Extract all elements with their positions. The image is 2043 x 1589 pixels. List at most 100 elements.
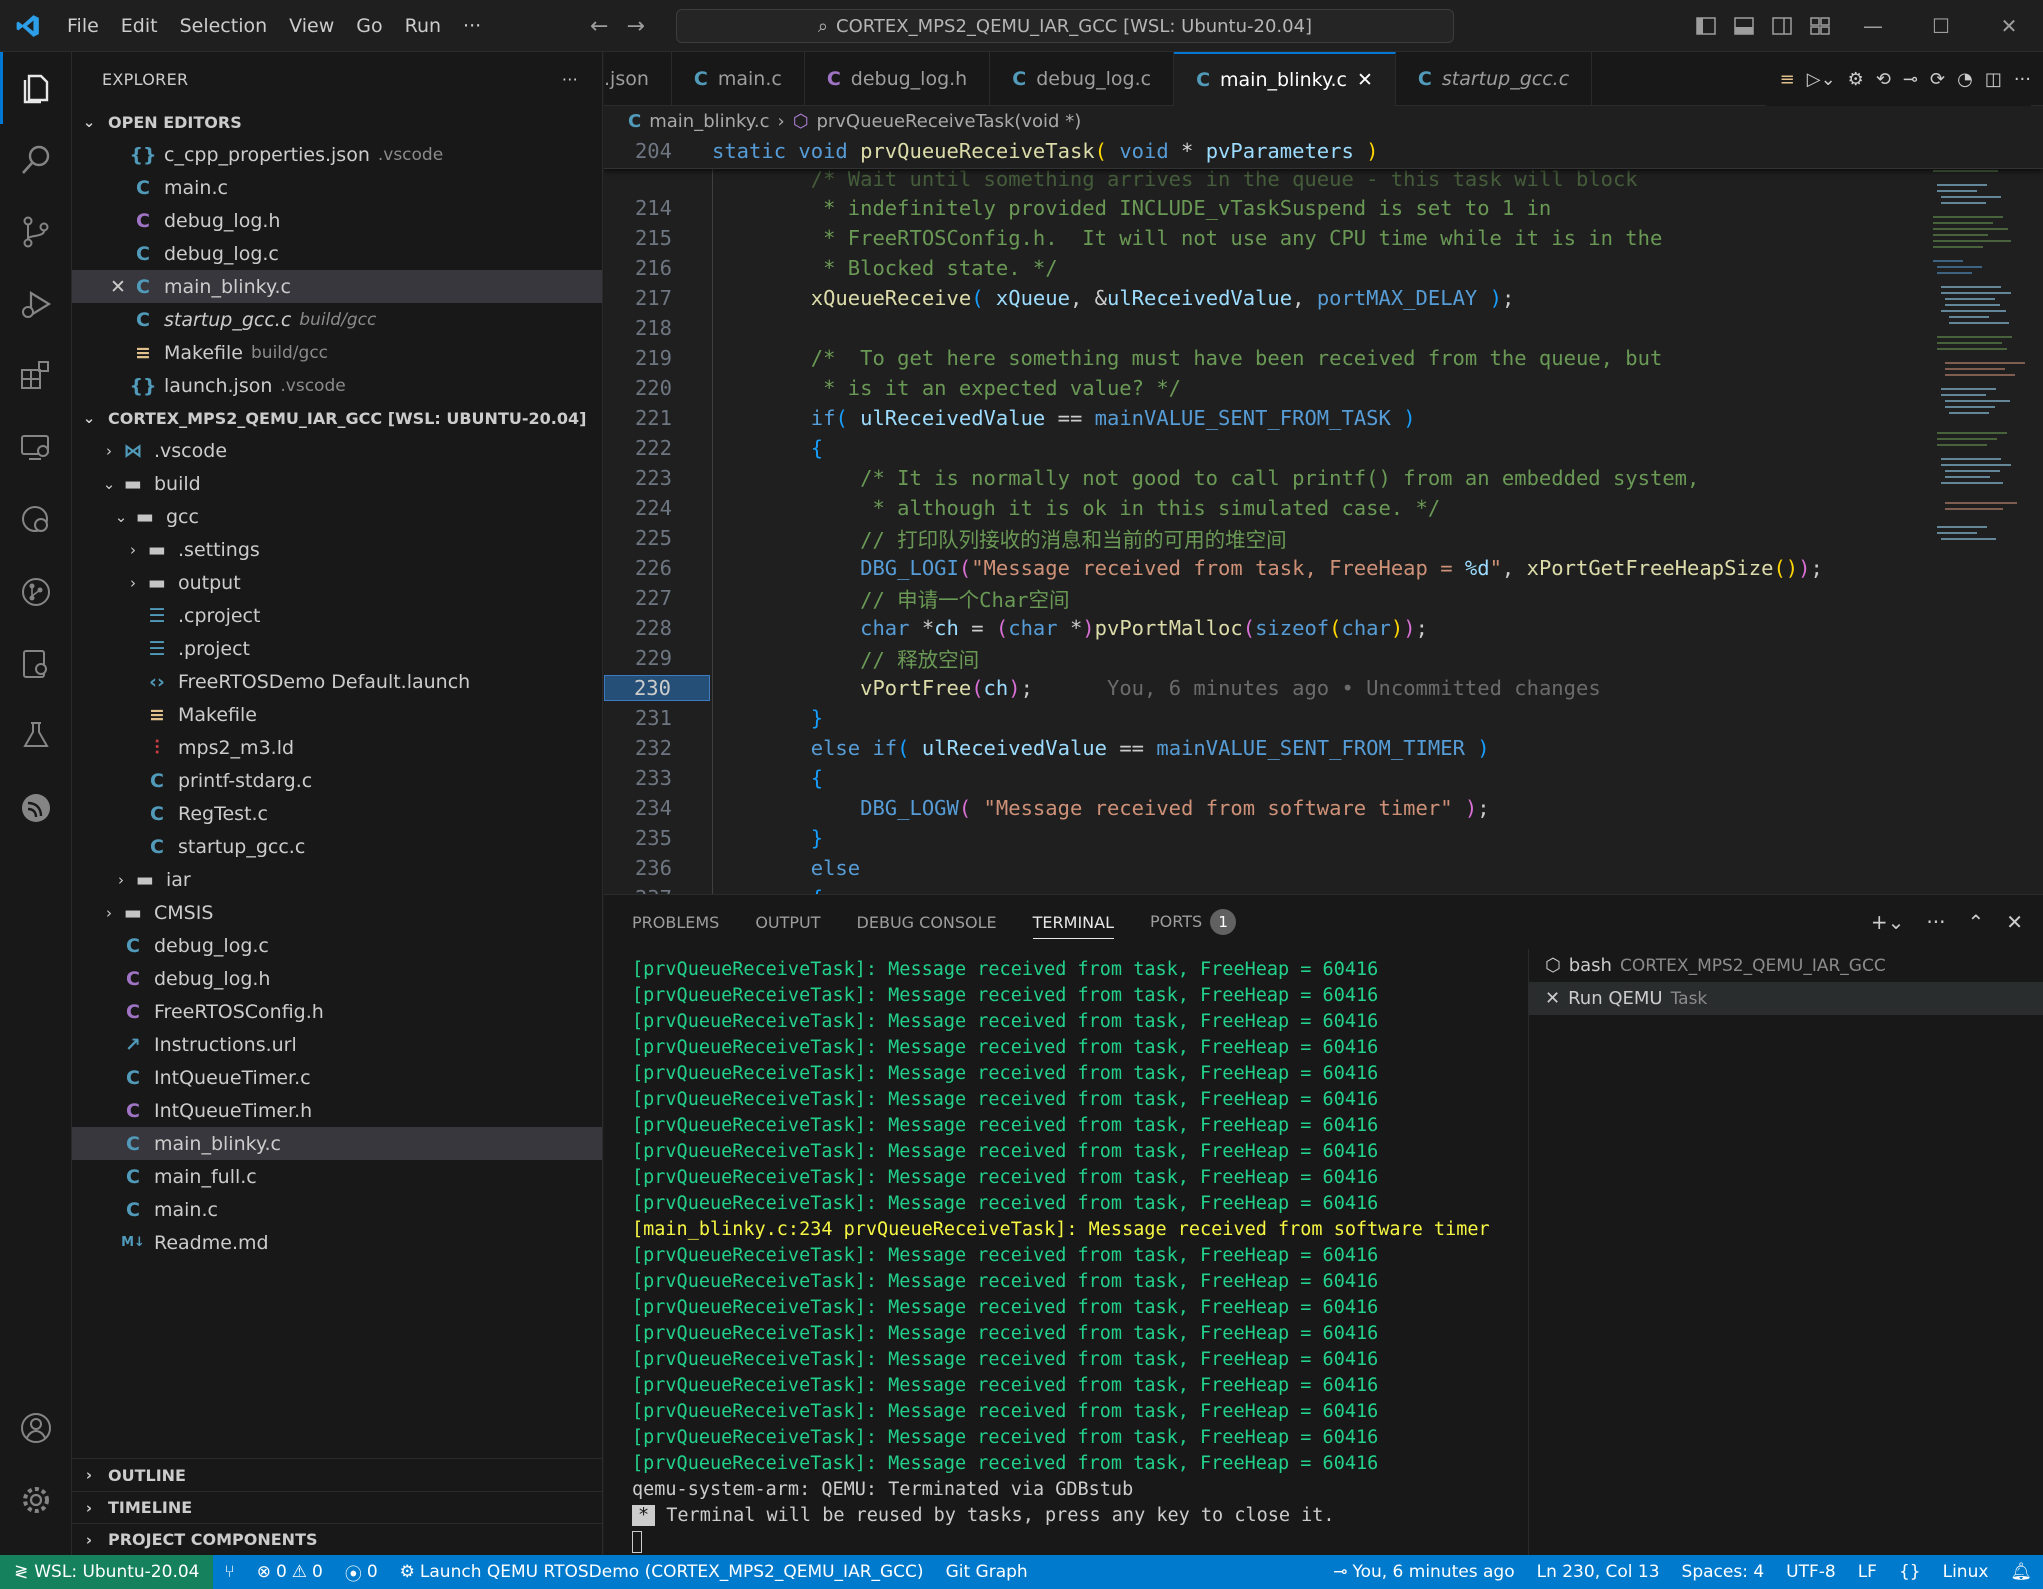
code-editor[interactable]: 204 static void prvQueueReceiveTask( void… (604, 136, 2043, 894)
gear-icon[interactable]: ⚙ (1848, 69, 1864, 90)
settings-gear-icon[interactable] (0, 1464, 72, 1536)
accounts-icon[interactable] (0, 1392, 72, 1464)
tree-folder[interactable]: › ▬ .settings (72, 533, 602, 566)
more-actions-icon[interactable]: ··· (2014, 69, 2031, 90)
list-item[interactable]: ≡ Makefile build/gcc (72, 336, 602, 369)
timeline-icon[interactable]: ◔ (1957, 69, 1973, 90)
explorer-icon[interactable] (0, 52, 72, 124)
command-center-search[interactable]: ⌕ CORTEX_MPS2_QEMU_IAR_GCC [WSL: Ubuntu-… (676, 9, 1454, 43)
tree-folder[interactable]: ⌄ ▬ build (72, 467, 602, 500)
run-icon[interactable]: ▷⌄ (1807, 69, 1836, 90)
open-editors-header[interactable]: ⌄ OPEN EDITORS (72, 106, 602, 138)
timeline-header[interactable]: › TIMELINE (72, 1491, 603, 1523)
more-icon[interactable]: ··· (1926, 910, 1945, 934)
toggle-sidebar-icon[interactable] (1687, 0, 1725, 52)
list-item[interactable]: Cstartup_gcc.c build/gcc (72, 303, 602, 336)
menu-run[interactable]: Run (394, 0, 452, 52)
remote-indicator[interactable]: ≷ WSL: Ubuntu-20.04 (0, 1555, 214, 1589)
tree-file-selected[interactable]: Cmain_blinky.c (72, 1127, 602, 1160)
testing-icon[interactable] (0, 484, 72, 556)
extensions-icon[interactable] (0, 340, 72, 412)
tab-debug-log-h[interactable]: Cdebug_log.h (805, 52, 991, 106)
tab-output[interactable]: OUTPUT (755, 913, 820, 932)
cpp-config-status[interactable]: Linux (1932, 1562, 2000, 1582)
cursor-position-status[interactable]: Ln 230, Col 13 (1526, 1562, 1671, 1582)
split-editor-icon[interactable]: ◫ (1985, 69, 2002, 90)
tree-folder[interactable]: › ⋈ .vscode (72, 434, 602, 467)
tree-file[interactable]: C RegTest.c (72, 797, 602, 830)
workspace-header[interactable]: ⌄ CORTEX_MPS2_QEMU_IAR_GCC [WSL: UBUNTU-2… (72, 402, 602, 434)
tab-terminal[interactable]: TERMINAL (1032, 913, 1115, 939)
tree-file[interactable]: ‹› FreeRTOSDemo Default.launch (72, 665, 602, 698)
launch-config-status[interactable]: ⚙ Launch QEMU RTOSDemo (CORTEX_MPS2_QEMU_… (389, 1562, 935, 1582)
tab-main-blinky-c[interactable]: Cmain_blinky.c ✕ (1174, 52, 1396, 106)
minimize-icon[interactable]: — (1839, 0, 1907, 52)
indentation-status[interactable]: Spaces: 4 (1671, 1562, 1776, 1582)
source-control-status[interactable]: ⑂ (213, 1562, 245, 1582)
tree-file[interactable]: Cprintf-stdarg.c (72, 764, 602, 797)
breadcrumb-file[interactable]: main_blinky.c (649, 111, 769, 132)
encoding-status[interactable]: UTF-8 (1775, 1562, 1847, 1582)
tree-folder[interactable]: › ▬ CMSIS (72, 896, 602, 929)
back-arrow-icon[interactable]: ← (590, 14, 608, 39)
tree-file[interactable]: C IntQueueTimer.h (72, 1094, 602, 1127)
run-debug-icon[interactable] (0, 268, 72, 340)
tree-file[interactable]: ↗ Instructions.url (72, 1028, 602, 1061)
list-item[interactable]: Cdebug_log.h (72, 204, 602, 237)
go-back-icon[interactable]: ⟲ (1876, 69, 1891, 90)
list-item-active[interactable]: ✕ Cmain_blinky.c (72, 270, 602, 303)
tab-main-c[interactable]: Cmain.c (672, 52, 805, 106)
tab-problems[interactable]: PROBLEMS (632, 913, 719, 932)
maximize-panel-icon[interactable]: ⌃ (1967, 910, 1984, 934)
menu-view[interactable]: View (278, 0, 345, 52)
commit-icon[interactable]: ⊸ (1903, 69, 1918, 90)
docker-icon[interactable] (0, 628, 72, 700)
blame-status[interactable]: ⊸ You, 6 minutes ago (1322, 1562, 1525, 1582)
menu-file[interactable]: File (56, 0, 110, 52)
project-components-header[interactable]: › PROJECT COMPONENTS (72, 1523, 603, 1555)
list-item[interactable]: {} c_cpp_properties.json .vscode (72, 138, 602, 171)
tree-file[interactable]: ☰ .cproject (72, 599, 602, 632)
tree-file[interactable]: Cdebug_log.h (72, 962, 602, 995)
list-item[interactable]: Cdebug_log.c (72, 237, 602, 270)
notifications-bell-icon[interactable]: 🔔︎ (1999, 1562, 2043, 1582)
tab-startup-gcc-c[interactable]: Cstartup_gcc.c (1396, 52, 1593, 106)
terminal-list-item-bash[interactable]: ⬡ bash CORTEX_MPS2_QEMU_IAR_GCC (1529, 949, 2043, 982)
tab-debug-log-c[interactable]: Cdebug_log.c (990, 52, 1175, 106)
forward-arrow-icon[interactable]: → (626, 14, 644, 39)
list-item[interactable]: Cmain.c (72, 171, 602, 204)
tree-file[interactable]: ⫶ mps2_m3.ld (72, 731, 602, 764)
explorer-more-icon[interactable]: ··· (562, 70, 578, 89)
tree-file[interactable]: Cmain_full.c (72, 1160, 602, 1193)
git-graph-status[interactable]: Git Graph (935, 1562, 1039, 1582)
eol-status[interactable]: LF (1847, 1562, 1888, 1582)
source-control-icon[interactable] (0, 196, 72, 268)
problems-status[interactable]: ⊗ 0 ⚠ 0 (246, 1562, 334, 1582)
tree-file[interactable]: ☰ .project (72, 632, 602, 665)
terminal-list-item-run-qemu[interactable]: ✕ Run QEMU Task (1529, 982, 2043, 1015)
close-panel-icon[interactable]: ✕ (2006, 910, 2023, 934)
minimap[interactable] (1929, 136, 2029, 636)
tree-file[interactable]: C FreeRTOSConfig.h (72, 995, 602, 1028)
tree-folder[interactable]: › ▬ iar (72, 863, 602, 896)
tree-folder[interactable]: ⌄ ▬ gcc (72, 500, 602, 533)
ports-status[interactable]: ⦿ 0 (334, 1560, 389, 1585)
close-tab-icon[interactable]: ✕ (1357, 69, 1373, 91)
go-forward-icon[interactable]: ⟳ (1930, 69, 1945, 90)
list-item[interactable]: {} launch.json .vscode (72, 369, 602, 402)
breadcrumb-symbol[interactable]: prvQueueReceiveTask(void *) (816, 111, 1081, 132)
close-icon[interactable]: ✕ (110, 276, 126, 298)
terminal-output[interactable]: [prvQueueReceiveTask]: Message received … (632, 957, 1532, 1555)
toggle-panel-icon[interactable] (1725, 0, 1763, 52)
tree-file[interactable]: Cstartup_gcc.c (72, 830, 602, 863)
toggle-secondary-sidebar-icon[interactable] (1763, 0, 1801, 52)
tab-ports[interactable]: PORTS 1 (1150, 909, 1237, 935)
tree-file[interactable]: ≡ Makefile (72, 698, 602, 731)
close-window-icon[interactable]: ✕ (1975, 0, 2043, 52)
tab-debug-console[interactable]: DEBUG CONSOLE (857, 913, 997, 932)
customize-layout-icon[interactable] (1801, 0, 1839, 52)
sticky-scroll-header[interactable]: 204 static void prvQueueReceiveTask( void… (604, 136, 2043, 169)
language-mode-status[interactable]: {} (1888, 1562, 1932, 1582)
new-terminal-icon[interactable]: +⌄ (1871, 910, 1905, 934)
tree-folder[interactable]: › ▬ output (72, 566, 602, 599)
